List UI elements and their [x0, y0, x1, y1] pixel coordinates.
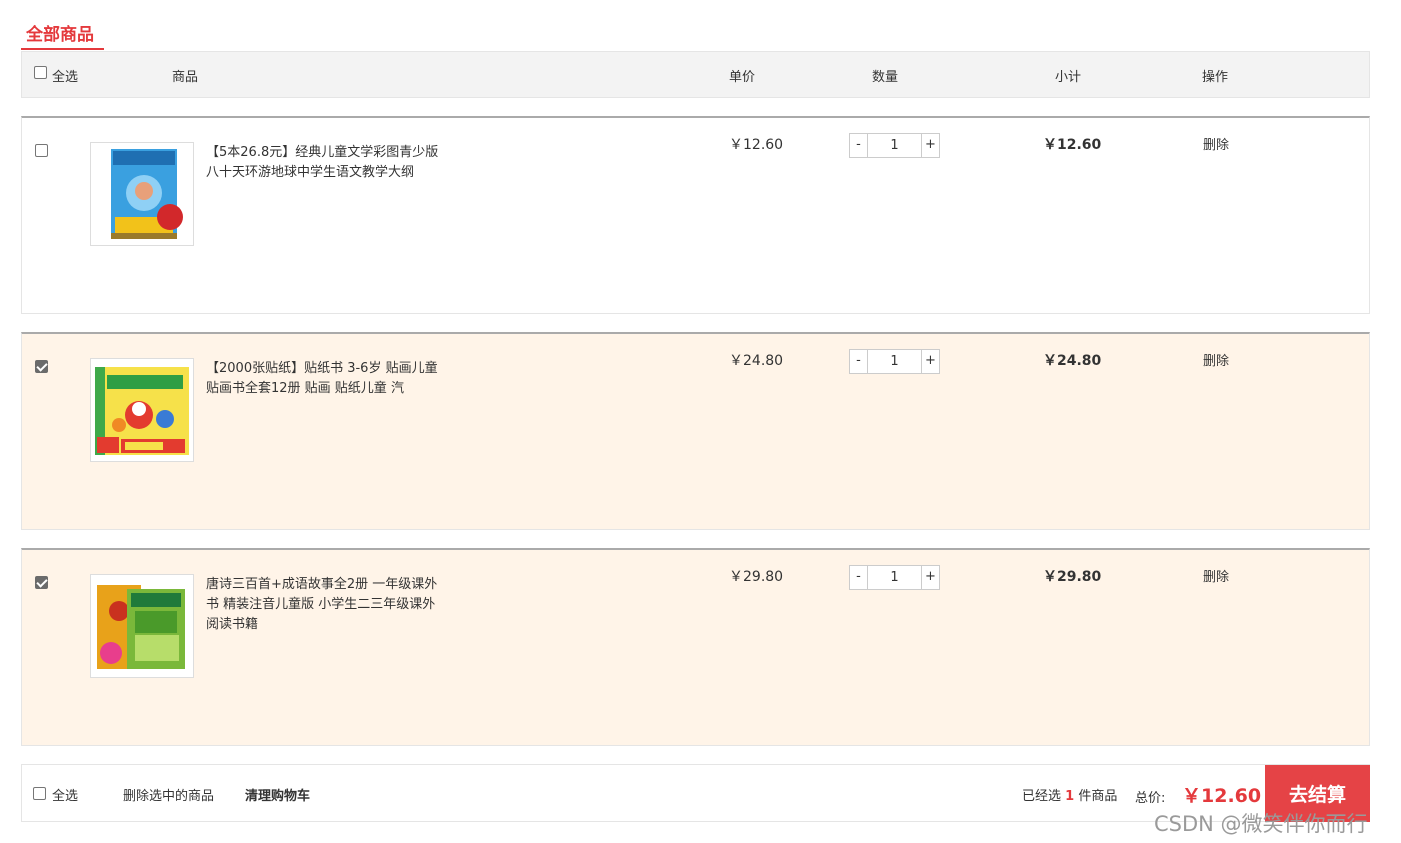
book-cover-icon	[95, 367, 189, 455]
product-image[interactable]	[90, 574, 194, 678]
quantity-input[interactable]: 1	[869, 134, 920, 157]
watermark: CSDN @微笑伴你而行	[1154, 812, 1368, 836]
unit-price: ￥29.80	[729, 569, 784, 585]
tab-all-products-label: 全部商品	[26, 25, 94, 45]
clear-cart-link[interactable]: 清理购物车	[245, 785, 310, 804]
product-name[interactable]: 【5本26.8元】经典儿童文学彩图青少版八十天环游地球中学生语文教学大纲	[206, 143, 441, 183]
total-price: ￥12.60	[1182, 785, 1262, 807]
selected-count-text: 已经选 1 件商品	[1022, 785, 1117, 804]
header-action: 操作	[1202, 70, 1229, 85]
increase-button[interactable]: +	[921, 350, 939, 373]
product-name[interactable]: 【2000张贴纸】贴纸书 3-6岁 贴画儿童 贴画书全套12册 贴画 贴纸儿童 …	[206, 359, 441, 399]
quantity-stepper: - 1 +	[849, 349, 940, 374]
quantity-input[interactable]: 1	[869, 566, 920, 589]
tab-all-products[interactable]: 全部商品	[21, 18, 104, 50]
item-checkbox[interactable]	[35, 144, 48, 157]
decrease-button[interactable]: -	[850, 350, 868, 373]
cart-item: 唐诗三百首+成语故事全2册 一年级课外书 精装注音儿童版 小学生二三年级课外阅读…	[21, 548, 1370, 746]
footer-select-all-label: 全选	[52, 789, 79, 804]
product-image[interactable]	[90, 358, 194, 462]
item-checkbox[interactable]	[35, 576, 48, 589]
subtotal: ￥29.80	[1043, 569, 1102, 585]
select-all-label: 全选	[52, 70, 79, 85]
book-cover-icon	[111, 149, 183, 239]
increase-button[interactable]: +	[921, 566, 939, 589]
delete-link[interactable]: 删除	[1203, 134, 1229, 153]
cart-item: 【5本26.8元】经典儿童文学彩图青少版八十天环游地球中学生语文教学大纲 ￥12…	[21, 116, 1370, 314]
unit-price: ￥24.80	[729, 353, 784, 369]
subtotal: ￥12.60	[1043, 137, 1102, 153]
unit-price: ￥12.60	[729, 137, 784, 153]
header-quantity: 数量	[872, 70, 899, 85]
book-cover-icon	[97, 585, 185, 669]
selected-prefix: 已经选	[1022, 789, 1062, 804]
cart-item: 【2000张贴纸】贴纸书 3-6岁 贴画儿童 贴画书全套12册 贴画 贴纸儿童 …	[21, 332, 1370, 530]
cart-table-header: 全选 商品 单价 数量 小计 操作	[21, 51, 1370, 98]
quantity-stepper: - 1 +	[849, 565, 940, 590]
decrease-button[interactable]: -	[850, 566, 868, 589]
decrease-button[interactable]: -	[850, 134, 868, 157]
header-product: 商品	[172, 70, 199, 85]
delete-link[interactable]: 删除	[1203, 350, 1229, 369]
quantity-input[interactable]: 1	[869, 350, 920, 373]
total-label: 总价:	[1135, 791, 1166, 806]
product-image[interactable]	[90, 142, 194, 246]
delete-selected-link[interactable]: 删除选中的商品	[123, 785, 214, 804]
footer-select-all-checkbox[interactable]	[33, 787, 46, 800]
select-all-checkbox[interactable]	[34, 66, 47, 79]
header-unit-price: 单价	[729, 70, 756, 85]
product-name[interactable]: 唐诗三百首+成语故事全2册 一年级课外书 精装注音儿童版 小学生二三年级课外阅读…	[206, 575, 441, 635]
item-checkbox[interactable]	[35, 360, 48, 373]
quantity-stepper: - 1 +	[849, 133, 940, 158]
subtotal: ￥24.80	[1043, 353, 1102, 369]
selected-count: 1	[1065, 789, 1075, 804]
selected-suffix: 件商品	[1078, 789, 1118, 804]
increase-button[interactable]: +	[921, 134, 939, 157]
delete-link[interactable]: 删除	[1203, 566, 1229, 585]
header-subtotal: 小计	[1055, 70, 1082, 85]
